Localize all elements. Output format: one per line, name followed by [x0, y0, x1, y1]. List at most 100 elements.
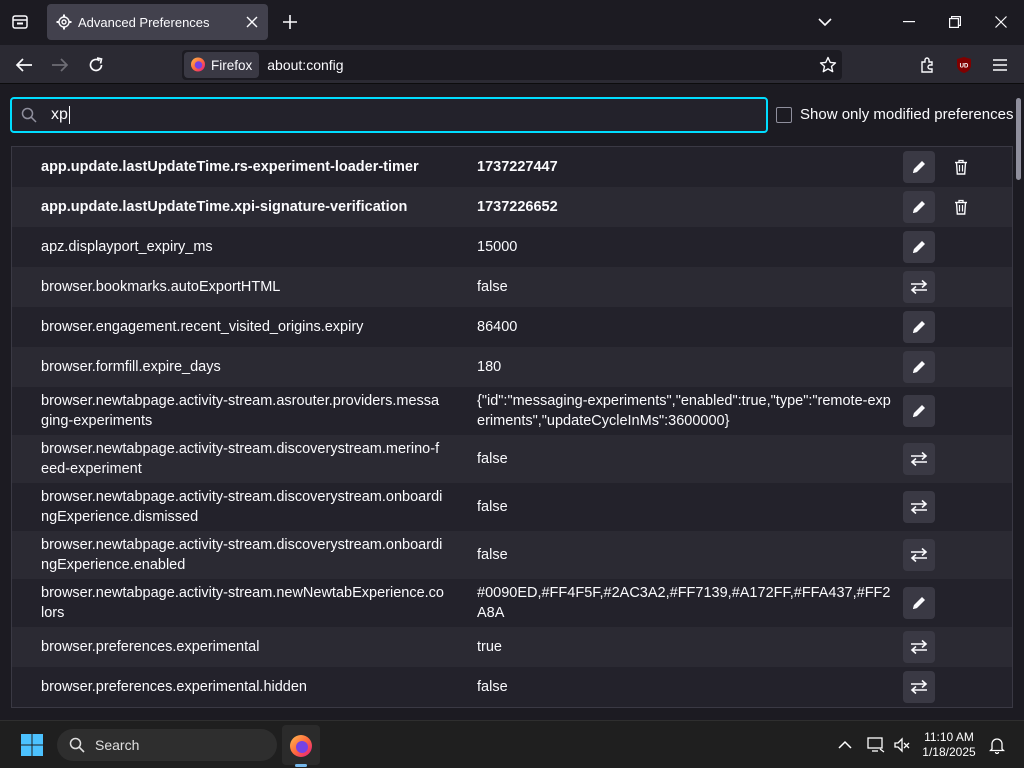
preference-value: false: [477, 547, 508, 563]
trash-icon[interactable]: [954, 159, 968, 175]
preference-row[interactable]: browser.newtabpage.activity-stream.newNe…: [12, 579, 1012, 627]
active-app-indicator: [295, 764, 307, 767]
edit-button[interactable]: [903, 351, 935, 383]
network-monitor-icon[interactable]: [864, 733, 888, 757]
show-modified-label[interactable]: Show only modified preferences: [800, 106, 1013, 123]
preference-row[interactable]: browser.newtabpage.activity-stream.asrou…: [12, 387, 1012, 435]
edit-button[interactable]: [903, 191, 935, 223]
search-input[interactable]: xp: [51, 105, 70, 124]
show-modified-toggle[interactable]: Show only modified preferences: [776, 106, 1013, 123]
chevron-down-icon[interactable]: [813, 10, 837, 34]
preference-value: true: [477, 639, 502, 655]
preference-row[interactable]: browser.newtabpage.activity-stream.disco…: [12, 483, 1012, 531]
edit-button[interactable]: [903, 587, 935, 619]
preference-value: 1737226652: [477, 199, 558, 215]
preference-action-cell: [896, 395, 942, 427]
preference-action-cell: [896, 671, 942, 703]
hamburger-menu-icon[interactable]: [985, 50, 1015, 80]
back-arrow-icon[interactable]: [9, 50, 39, 80]
pencil-icon: [911, 403, 927, 419]
pencil-icon: [911, 595, 927, 611]
toggle-button[interactable]: [903, 491, 935, 523]
preference-row[interactable]: app.update.lastUpdateTime.rs-experiment-…: [12, 147, 1012, 187]
taskbar-clock[interactable]: 11:10 AM 1/18/2025: [914, 730, 984, 760]
edit-button[interactable]: [903, 231, 935, 263]
preference-action-cell: [896, 351, 942, 383]
clock-date: 1/18/2025: [922, 745, 976, 759]
toggle-button[interactable]: [903, 631, 935, 663]
windows-start-icon[interactable]: [20, 733, 44, 757]
page-scrollbar[interactable]: [1016, 98, 1021, 180]
extensions-puzzle-icon[interactable]: [913, 50, 943, 80]
preference-row[interactable]: app.update.lastUpdateTime.xpi-signature-…: [12, 187, 1012, 227]
navigation-toolbar: Firefox about:config UD: [0, 45, 1024, 84]
preference-action-cell: [896, 491, 942, 523]
toggle-button[interactable]: [903, 539, 935, 571]
trash-icon[interactable]: [954, 199, 968, 215]
preference-value: 1737227447: [477, 159, 558, 175]
edit-button[interactable]: [903, 395, 935, 427]
url-text[interactable]: about:config: [267, 57, 814, 73]
firefox-taskbar-icon: [290, 735, 312, 757]
preference-name: browser.newtabpage.activity-stream.asrou…: [41, 393, 440, 429]
preference-row[interactable]: browser.preferences.experimental true: [12, 627, 1012, 667]
notification-bell-icon[interactable]: [985, 733, 1009, 757]
preference-value: 180: [477, 359, 502, 375]
close-window-icon[interactable]: [978, 6, 1024, 38]
preference-row[interactable]: browser.newtabpage.activity-stream.disco…: [12, 435, 1012, 483]
edit-button[interactable]: [903, 311, 935, 343]
chevron-up-icon[interactable]: [833, 733, 857, 757]
toggle-button[interactable]: [903, 671, 935, 703]
taskbar-search-box[interactable]: Search: [57, 729, 277, 761]
speaker-muted-icon[interactable]: [890, 733, 914, 757]
preference-row[interactable]: browser.engagement.recent_visited_origin…: [12, 307, 1012, 347]
preference-action-cell: [896, 539, 942, 571]
show-modified-checkbox[interactable]: [776, 106, 792, 123]
preference-row[interactable]: browser.formfill.expire_days 180: [12, 347, 1012, 387]
preference-action-cell: [896, 271, 942, 303]
identity-label: Firefox: [211, 57, 253, 73]
reload-icon[interactable]: [81, 50, 111, 80]
tab-advanced-preferences[interactable]: Advanced Preferences: [47, 4, 268, 40]
preference-row[interactable]: browser.bookmarks.autoExportHTML false: [12, 267, 1012, 307]
preference-name: app.update.lastUpdateTime.xpi-signature-…: [41, 199, 408, 215]
ublock-extension-icon[interactable]: UD: [949, 50, 979, 80]
minimize-icon[interactable]: [886, 6, 932, 38]
bookmark-star-icon[interactable]: [814, 51, 842, 79]
edit-button[interactable]: [903, 151, 935, 183]
preference-action-cell: [896, 631, 942, 663]
tab-title: Advanced Preferences: [78, 14, 210, 30]
taskbar-firefox-app[interactable]: [282, 725, 320, 765]
forward-arrow-icon[interactable]: [45, 50, 75, 80]
taskbar-search-icon: [69, 737, 85, 753]
toggle-button[interactable]: [903, 443, 935, 475]
preference-action-cell: [896, 151, 942, 183]
toggle-arrows-icon: [910, 451, 928, 467]
firefox-view-icon[interactable]: [8, 10, 32, 34]
preference-value: false: [477, 279, 508, 295]
preference-name: browser.formfill.expire_days: [41, 359, 221, 375]
new-tab-icon[interactable]: [278, 10, 302, 34]
url-bar[interactable]: Firefox about:config: [182, 50, 842, 80]
ublock-badge-text: UD: [960, 64, 969, 70]
preference-name: browser.preferences.experimental: [41, 639, 260, 655]
toggle-arrows-icon: [910, 639, 928, 655]
preference-search-box[interactable]: xp: [10, 97, 768, 133]
preference-row[interactable]: browser.preferences.experimental.hidden f…: [12, 667, 1012, 707]
pencil-icon: [911, 199, 927, 215]
windows-taskbar: Search 11:10 AM 1/18/2025: [0, 720, 1024, 768]
preference-value: 15000: [477, 239, 518, 255]
search-icon: [21, 107, 37, 123]
preference-row[interactable]: apz.displayport_expiry_ms 15000: [12, 227, 1012, 267]
toggle-button[interactable]: [903, 271, 935, 303]
preference-value: false: [477, 499, 508, 515]
identity-box[interactable]: Firefox: [184, 52, 260, 78]
preference-name: apz.displayport_expiry_ms: [41, 239, 213, 255]
preference-reset-cell: [942, 199, 982, 215]
text-caret: [68, 105, 70, 124]
close-tab-icon[interactable]: [240, 10, 264, 34]
pencil-icon: [911, 319, 927, 335]
restore-icon[interactable]: [932, 6, 978, 38]
preference-row[interactable]: browser.newtabpage.activity-stream.disco…: [12, 531, 1012, 579]
clock-time: 11:10 AM: [924, 730, 974, 744]
